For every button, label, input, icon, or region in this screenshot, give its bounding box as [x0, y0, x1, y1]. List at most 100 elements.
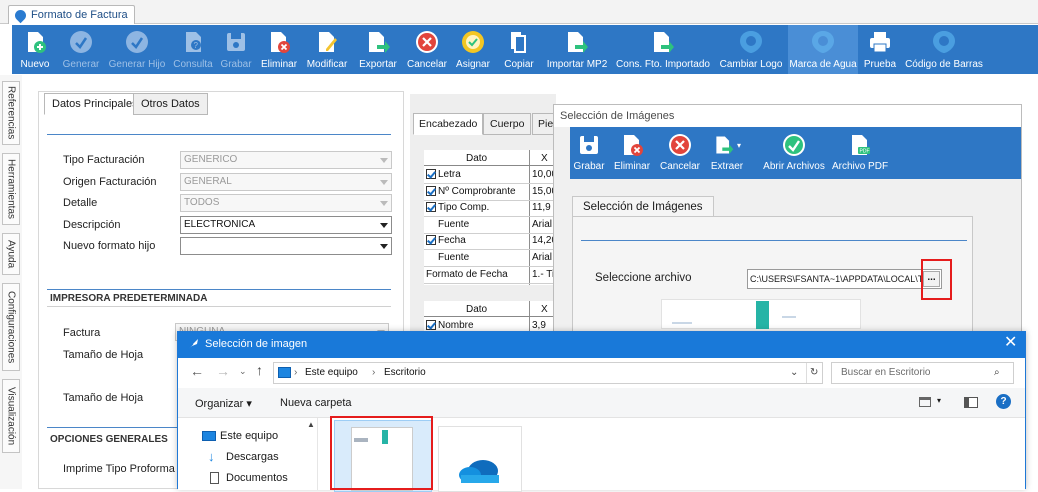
breadcrumb-escritorio[interactable]: Escritorio	[384, 363, 426, 383]
preview-pane-icon[interactable]	[964, 397, 978, 408]
side-tab-ayuda[interactable]: Ayuda	[2, 233, 20, 275]
toolbar-c-digo-de-barras-button[interactable]: Código de Barras	[902, 25, 986, 74]
tab-formato-factura[interactable]: Formato de Factura	[8, 5, 135, 24]
row-checkbox[interactable]	[426, 235, 436, 246]
search-input[interactable]: Buscar en Escritorio ⌕	[831, 362, 1014, 384]
address-dropdown-icon[interactable]: ⌄	[790, 363, 798, 383]
tab-otros-datos[interactable]: Otros Datos	[133, 93, 208, 115]
label-descripcion: Descripción	[63, 219, 121, 231]
grid-row[interactable]: Fecha 14,20	[424, 233, 556, 251]
toolbar-marca-de-agua-button[interactable]: Marca de Agua	[788, 25, 858, 74]
breadcrumb-separator-icon: ›	[294, 367, 298, 378]
toolbar-button-label: Eliminar	[260, 59, 298, 70]
tab-seleccion-imagenes[interactable]: Selección de Imágenes	[572, 196, 714, 218]
label-tipo-facturacion: Tipo Facturación	[63, 154, 145, 166]
tipo-facturacion-select[interactable]: GENERICO	[180, 151, 392, 169]
toolbar-generar-hijo-button[interactable]: Generar Hijo	[104, 25, 170, 74]
tab-cuerpo[interactable]: Cuerpo	[483, 113, 532, 135]
detalle-select[interactable]: TODOS	[180, 194, 392, 212]
view-options-icon[interactable]	[919, 397, 931, 407]
up-arrow-icon[interactable]: ↑	[256, 362, 263, 378]
side-tab-referencias[interactable]: Referencias	[2, 81, 20, 145]
refresh-icon[interactable]: ↻	[806, 363, 818, 383]
grid-row[interactable]: Nº Comprobrante 15,00	[424, 184, 556, 201]
search-icon: ⌕	[994, 367, 1000, 378]
file-thumbnail-onedrive[interactable]	[438, 426, 522, 492]
address-box[interactable]: › Este equipo › Escritorio ⌄ ↻	[273, 362, 823, 384]
grid-row[interactable]: Tipo Comp. 11,9	[424, 200, 556, 218]
recent-dropdown-icon[interactable]: ⌄	[239, 366, 247, 377]
forward-arrow-icon[interactable]: →	[216, 363, 230, 379]
app-feather-icon	[186, 337, 200, 354]
image-dialog-abrir-archivos-button[interactable]: Abrir Archivos	[758, 127, 830, 179]
grid-row[interactable]: Fuente Arial	[424, 217, 556, 234]
main-toolbar: Nuevo Generar Generar Hijo? Consulta Grabar E…	[12, 25, 1038, 74]
toolbar-eliminar-button[interactable]: Eliminar	[256, 25, 302, 74]
export-icon	[364, 28, 392, 56]
document-tab-bar: Formato de Factura	[0, 0, 1038, 24]
label-tamano-hoja: Tamaño de Hoja	[63, 349, 144, 361]
toolbar-button-label: Cancelar	[406, 59, 448, 70]
nuevo-formato-hijo-select[interactable]	[180, 237, 392, 255]
view-dropdown-icon[interactable]: ▾	[937, 396, 941, 405]
side-tab-configuraciones[interactable]: Configuraciones	[2, 283, 20, 371]
toolbar-button-label: Consulta	[173, 59, 213, 70]
toolbar-button-label: Cambiar Logo	[719, 59, 783, 70]
toolbar-asignar-button[interactable]: Asignar	[450, 25, 496, 74]
toolbar-importar-mp2-button[interactable]: Importar MP2	[542, 25, 612, 74]
file-dialog-address-bar: ← → ⌄ ↑ › Este equipo › Escritorio ⌄ ↻ B…	[178, 358, 1025, 388]
col-header-dato: Dato	[466, 153, 488, 164]
toolbar-generar-button[interactable]: Generar	[58, 25, 104, 74]
breadcrumb-este-equipo[interactable]: Este equipo	[305, 363, 358, 383]
toolbar-consulta-button[interactable]: ? Consulta	[170, 25, 216, 74]
toolbar-button-label: Extraer	[710, 161, 744, 172]
close-icon[interactable]: ✕	[1004, 335, 1017, 351]
toolbar-nuevo-button[interactable]: Nuevo	[12, 25, 58, 74]
toolbar-modificar-button[interactable]: Modificar	[302, 25, 352, 74]
toolbar-button-label: Nuevo	[20, 59, 50, 70]
row-checkbox[interactable]	[426, 169, 436, 179]
toolbar-button-label: Eliminar	[613, 161, 651, 172]
row-checkbox[interactable]	[426, 202, 436, 213]
preview-accent-bar	[756, 301, 769, 329]
organize-button[interactable]: Organizar ▾	[195, 397, 252, 410]
row-checkbox[interactable]	[426, 320, 436, 330]
toolbar-button-label: Grabar	[220, 59, 252, 70]
origen-facturacion-select[interactable]: GENERAL	[180, 173, 392, 191]
image-dialog-grabar-button[interactable]: Grabar	[570, 127, 608, 179]
highlight-selected-file	[330, 416, 433, 490]
descripcion-select[interactable]: ELECTRONICA	[180, 216, 392, 234]
toolbar-exportar-button[interactable]: Exportar	[352, 25, 404, 74]
cancel-icon	[413, 28, 441, 56]
tab-datos-principales[interactable]: Datos Principales	[44, 93, 146, 115]
help-icon[interactable]: ?	[996, 394, 1011, 409]
toolbar-grabar-button[interactable]: Grabar	[216, 25, 256, 74]
toolbar-cambiar-logo-button[interactable]: Cambiar Logo	[714, 25, 788, 74]
scroll-up-icon[interactable]: ▲	[307, 420, 315, 429]
label-detalle: Detalle	[63, 197, 98, 209]
toolbar-copiar-button[interactable]: Copiar	[496, 25, 542, 74]
side-tab-herramientas[interactable]: Herramientas	[2, 153, 20, 225]
image-dialog-archivo-pdf-button[interactable]: PDF Archivo PDF	[830, 127, 890, 179]
grid-row[interactable]: Fuente Arial	[424, 250, 556, 267]
image-dialog-eliminar-button[interactable]: Eliminar	[608, 127, 656, 179]
image-dialog-extraer-button[interactable]: ▾ Extraer	[704, 127, 750, 179]
tab-title: Formato de Factura	[31, 9, 128, 21]
toolbar-prueba-button[interactable]: Prueba	[858, 25, 902, 74]
grid-row[interactable]: Formato de Fecha 1.- Ti	[424, 267, 556, 284]
computer-icon	[202, 431, 216, 441]
side-tabs: Referencias Herramientas Ayuda Configura…	[0, 75, 22, 489]
toolbar-button-label: Cons. Fto. Importado	[616, 59, 710, 70]
toolbar-cons-fto-importado-button[interactable]: Cons. Fto. Importado	[612, 25, 714, 74]
row-checkbox[interactable]	[426, 185, 436, 196]
new-folder-button[interactable]: Nueva carpeta	[280, 397, 352, 409]
grid-row[interactable]: Letra 10,00	[424, 167, 556, 184]
side-tab-visualizacion[interactable]: Visualización	[2, 379, 20, 453]
back-arrow-icon[interactable]: ←	[190, 363, 204, 379]
file-path-input[interactable]: C:\USERS\FSANTA~1\APPDATA\LOCAL\TEM	[747, 269, 942, 289]
toolbar-button-label: Código de Barras	[905, 59, 983, 70]
tab-encabezado[interactable]: Encabezado	[413, 113, 484, 135]
row-label: Letra	[438, 169, 461, 180]
toolbar-cancelar-button[interactable]: Cancelar	[404, 25, 450, 74]
image-dialog-cancelar-button[interactable]: Cancelar	[656, 127, 704, 179]
